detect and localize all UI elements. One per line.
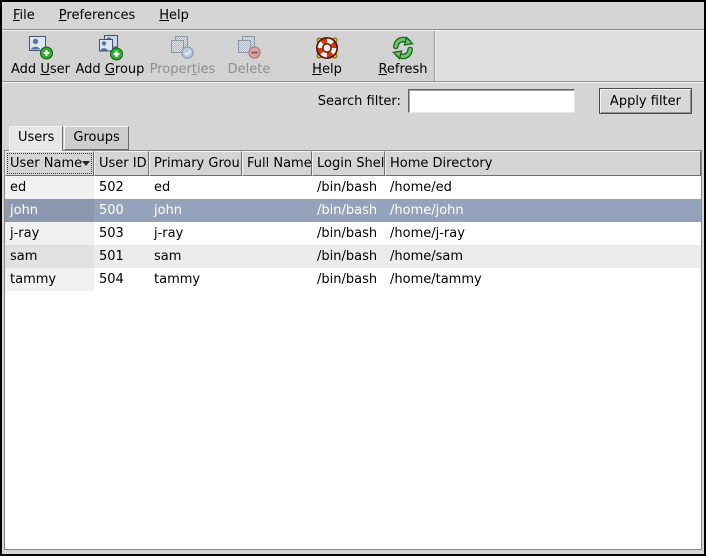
add-user-label: Add User xyxy=(11,62,70,77)
column-header-login-shell[interactable]: Login Shell xyxy=(312,151,385,176)
refresh-icon xyxy=(390,34,416,62)
menu-preferences[interactable]: Preferences xyxy=(54,5,140,26)
table-empty-area xyxy=(5,291,701,549)
properties-label: Properties xyxy=(150,62,216,77)
column-header-user-id[interactable]: User ID xyxy=(94,151,149,176)
table-row-selected[interactable]: john 500 john /bin/bash /home/john xyxy=(5,199,701,222)
add-user-icon xyxy=(26,34,54,62)
apply-filter-button[interactable]: Apply filter xyxy=(599,88,692,114)
add-group-label: Add Group xyxy=(76,62,145,77)
toolbar-filler xyxy=(435,31,704,81)
properties-icon xyxy=(168,34,196,62)
search-filter-label: Search filter: xyxy=(318,94,401,109)
properties-button[interactable]: Properties xyxy=(147,33,218,77)
refresh-button[interactable]: Refresh xyxy=(372,33,434,77)
filter-row: Search filter: Apply filter xyxy=(2,83,704,119)
table-header: User Name User ID Primary Group Full Nam… xyxy=(5,151,701,176)
column-header-primary-group[interactable]: Primary Group xyxy=(149,151,242,176)
help-button[interactable]: Help xyxy=(296,33,358,77)
add-user-button[interactable]: Add User xyxy=(8,33,73,77)
add-group-button[interactable]: Add Group xyxy=(73,33,147,77)
menu-file[interactable]: File xyxy=(8,5,40,26)
refresh-label: Refresh xyxy=(378,62,427,77)
tab-groups[interactable]: Groups xyxy=(64,126,128,150)
user-manager-window: File Preferences Help Add User xyxy=(0,0,706,556)
table-row[interactable]: j-ray 503 j-ray /bin/bash /home/j-ray xyxy=(5,222,701,245)
delete-label: Delete xyxy=(228,62,271,77)
search-filter-input[interactable] xyxy=(408,89,575,113)
tab-bar: Users Groups xyxy=(2,119,704,150)
users-table: User Name User ID Primary Group Full Nam… xyxy=(4,150,702,550)
tab-users[interactable]: Users xyxy=(9,126,63,151)
toolbar: Add User Add Group xyxy=(2,31,435,81)
table-row[interactable]: sam 501 sam /bin/bash /home/sam xyxy=(5,245,701,268)
delete-icon xyxy=(235,34,263,62)
menubar: File Preferences Help xyxy=(2,2,704,29)
toolbar-row: Add User Add Group xyxy=(2,31,704,81)
delete-button[interactable]: Delete xyxy=(218,33,280,77)
menu-help[interactable]: Help xyxy=(154,5,194,26)
help-label: Help xyxy=(312,62,342,77)
column-header-user-name[interactable]: User Name xyxy=(5,151,94,176)
table-row[interactable]: tammy 504 tammy /bin/bash /home/tammy xyxy=(5,268,701,291)
column-header-full-name[interactable]: Full Name xyxy=(242,151,312,176)
sort-desc-arrow-icon xyxy=(82,161,90,166)
table-row[interactable]: ed 502 ed /bin/bash /home/ed xyxy=(5,176,701,199)
column-header-home-directory[interactable]: Home Directory xyxy=(385,151,701,176)
add-group-icon xyxy=(96,34,124,62)
help-icon xyxy=(314,34,340,62)
